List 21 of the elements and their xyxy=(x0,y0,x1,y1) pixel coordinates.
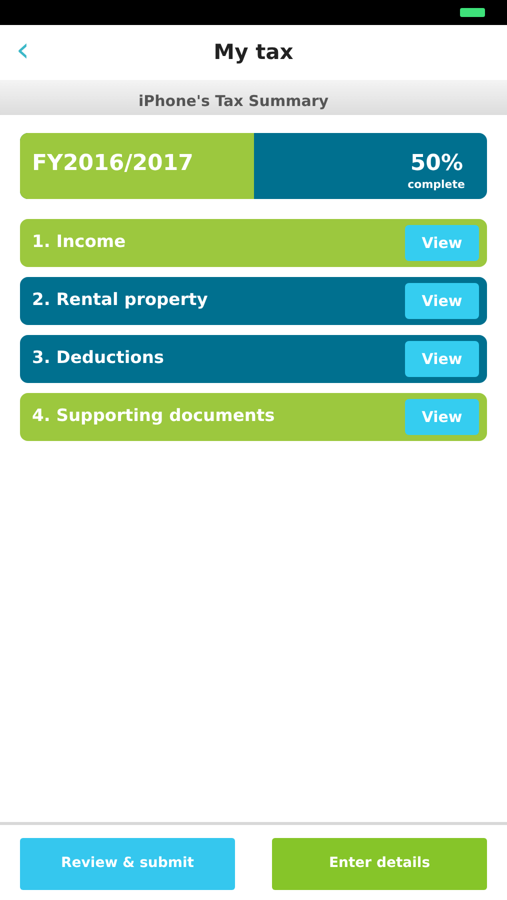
percent-complete: 50% xyxy=(410,150,463,178)
section-row[interactable]: 1. Income View xyxy=(20,219,487,267)
section-label: 4. Supporting documents xyxy=(32,405,275,428)
action-button[interactable]: Enter details xyxy=(272,838,487,890)
view-button[interactable]: View xyxy=(405,225,479,261)
section-label: 3. Deductions xyxy=(32,347,164,370)
section-label: 1. Income xyxy=(32,231,126,254)
section-row[interactable]: 3. Deductions View xyxy=(20,335,487,383)
view-button[interactable]: View xyxy=(405,341,479,377)
complete-caption: complete xyxy=(408,177,465,193)
section-label: 2. Rental property xyxy=(32,289,208,312)
battery-icon xyxy=(460,8,485,17)
view-button[interactable]: View xyxy=(405,283,479,319)
subheader-text: iPhone's Tax Summary xyxy=(138,90,329,112)
financial-year: FY2016/2017 xyxy=(32,150,194,178)
back-button[interactable]: ‹ xyxy=(16,33,30,67)
section-row[interactable]: 4. Supporting documents View xyxy=(20,393,487,441)
view-button[interactable]: View xyxy=(405,399,479,435)
action-button[interactable]: Review & submit xyxy=(20,838,235,890)
section-row[interactable]: 2. Rental property View xyxy=(20,277,487,325)
page-title: My tax xyxy=(214,38,294,66)
